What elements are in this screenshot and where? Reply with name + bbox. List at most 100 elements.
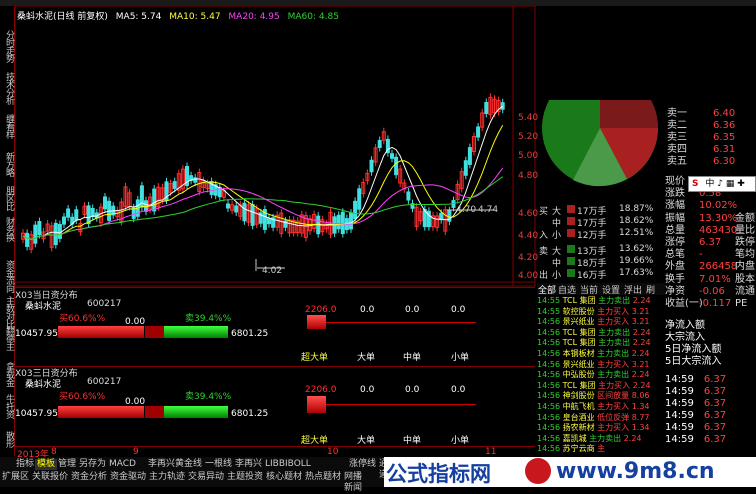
tab-float[interactable]: 浮出: [624, 283, 642, 296]
ob-pct: 17.63%: [619, 268, 654, 278]
panel-stock-name: 桑蚪水泥: [25, 302, 62, 312]
tick-price: 6.37: [703, 434, 727, 445]
bottom-tab[interactable]: 涨停线: [347, 459, 378, 470]
superbig-bar: [307, 315, 326, 329]
date-m10: 10: [327, 447, 339, 457]
stat-key2: 内盘: [735, 261, 755, 273]
alert-row[interactable]: 14:56 中弘股份 主力卖出 2.24: [537, 370, 665, 381]
nav-jishu[interactable]: 技术分析: [0, 72, 14, 104]
level-key: 卖三: [667, 132, 687, 143]
alert-row[interactable]: 14:56 苏宁云商 主: [537, 444, 665, 455]
alert-type: 主力卖出: [589, 433, 622, 443]
stat-val: 266458: [699, 261, 738, 273]
stat-val: -0.117: [699, 298, 732, 309]
nav-xinfang[interactable]: 新方略: [0, 152, 14, 176]
nav-caiwu[interactable]: 财务换: [0, 217, 14, 241]
ob-pct: 13.62%: [619, 244, 654, 254]
ma-legend: 桑蚪水泥(日线 前复权) MA5: 5.74 MA10: 5.47 MA20: …: [17, 9, 344, 22]
alert-row[interactable]: 14:56 嘉凯城 主力卖出 2.24: [537, 434, 665, 445]
val-right: 6801.25: [231, 329, 269, 339]
kline-chart[interactable]: [15, 6, 537, 288]
alert-row[interactable]: 14:56 神剑股份 区间放量 8.06: [537, 391, 665, 402]
alert-stock: 本钢板材: [562, 348, 595, 358]
stat-key: 净资: [665, 285, 685, 297]
level-key: 卖一: [667, 108, 687, 119]
bottom-tab[interactable]: 主力轨迹: [147, 472, 187, 483]
bottom-tab[interactable]: 另存为: [77, 459, 108, 470]
alert-row[interactable]: 14:56 中航飞机 主力买入 1.34: [537, 402, 665, 413]
stat-val: 10.02%: [699, 200, 738, 212]
alert-row[interactable]: 14:56 TCL 集团 主力卖出 2.24: [537, 328, 665, 339]
nav-fenshi[interactable]: 分时走势: [0, 30, 14, 62]
order-book-row: 中 17万手 18.62%: [537, 216, 665, 229]
alert-row[interactable]: 14:55 软控股份 主力买入 3.21: [537, 307, 665, 318]
bottom-tab[interactable]: 李再兴: [233, 459, 264, 470]
sell-pct: 卖39.4%%: [185, 392, 232, 402]
tab-all[interactable]: 全部: [538, 283, 556, 296]
bottom-tab[interactable]: 主题投资: [225, 472, 265, 483]
ob-side: 出: [539, 271, 549, 281]
alert-row[interactable]: 14:56 TCL 集团 主力买入 2.24: [537, 381, 665, 392]
quote-stat-row: 振幅 13.30% 金额: [665, 213, 756, 225]
alert-row[interactable]: 14:56 本钢板材 主力卖出 2.24: [537, 349, 665, 360]
bottom-tab[interactable]: 指标: [14, 459, 36, 470]
stat-key: 涨幅: [665, 200, 685, 212]
alert-row[interactable]: 14:56 景兴纸业 主力买入 3.21: [537, 360, 665, 371]
alert-row[interactable]: 14:56 皇台酒业 低位反弹 8.77: [537, 413, 665, 424]
ob-pct: 19.66%: [619, 256, 654, 266]
nav-niutuo[interactable]: 牛托资: [0, 394, 14, 418]
tab-self[interactable]: 自选: [558, 283, 576, 296]
bottom-tab[interactable]: 热点题材: [303, 472, 343, 483]
flow-label: 净流入额: [665, 320, 705, 331]
bottom-tab[interactable]: 李再兴黄金线: [146, 459, 204, 470]
stat-val: 463430: [699, 224, 738, 236]
bottom-tab[interactable]: 资金分析: [69, 472, 109, 483]
tab-refresh[interactable]: 刷: [646, 283, 655, 296]
nav-fande[interactable]: 翻德主: [0, 326, 14, 350]
alert-val: 2.24: [631, 348, 650, 358]
tick-time: 14:59: [665, 434, 694, 445]
bottom-tab[interactable]: 扩展区: [0, 472, 31, 483]
alert-time: 14:56: [537, 327, 561, 337]
nav-pengqu[interactable]: 朋区比: [0, 186, 14, 210]
ime-toolbar[interactable]: S 中 ♪ ▦ ✚: [688, 176, 756, 192]
nav-sanxing[interactable]: 散形: [0, 431, 14, 447]
bottom-tab[interactable]: 核心题材: [264, 472, 304, 483]
stat-key: 总量: [665, 224, 685, 236]
date-m9: 9: [133, 447, 139, 457]
bottom-tab[interactable]: 一根线: [203, 459, 234, 470]
alert-time: 14:55: [537, 296, 561, 305]
stat-key2: PE: [735, 298, 748, 309]
col-mid: 中单: [403, 436, 422, 446]
watermark-left: 公式指标网: [386, 462, 491, 486]
bottom-tab[interactable]: LIBBIBOLL: [263, 459, 313, 470]
quote-level-row: 卖二 6.36: [665, 120, 756, 132]
tab-settings[interactable]: 设置: [602, 283, 620, 296]
bottom-tab[interactable]: 关联报价: [30, 472, 70, 483]
bottom-tab[interactable]: 资金驱动: [108, 472, 148, 483]
alert-time: 14:56: [537, 348, 561, 358]
bottom-tab[interactable]: 模板: [35, 459, 58, 470]
alert-stock: 中弘股份: [562, 370, 595, 380]
nav-zijin[interactable]: 资金流向: [0, 260, 14, 292]
stat-val: -0.06: [699, 285, 725, 297]
alert-row[interactable]: 14:56 扬农新材 主力买入 1.34: [537, 423, 665, 434]
tick-price: 6.37: [703, 386, 727, 397]
bottom-tab[interactable]: 交易异动: [186, 472, 226, 483]
stat-key2: 跌停: [735, 237, 755, 248]
alert-row[interactable]: 14:56 景兴纸业 主力买入 3.21: [537, 317, 665, 328]
pie-area: [537, 70, 664, 200]
tab-current[interactable]: 当前: [580, 283, 598, 296]
nav-chan[interactable]: 缠看样: [0, 114, 14, 138]
bottom-tab[interactable]: MACD: [107, 459, 138, 470]
nav-zhushu[interactable]: 主数对比: [0, 296, 14, 328]
alert-row[interactable]: 14:55 TCL 集团 主力卖出 2.24: [537, 296, 665, 307]
bottom-tab[interactable]: 管理: [56, 459, 78, 470]
nav-nazai[interactable]: 拿载金: [0, 362, 14, 386]
quote-level-row: 卖四 6.31: [665, 144, 756, 156]
alert-type: 主力买入: [597, 401, 630, 411]
bottom-tab[interactable]: 网播新闻: [342, 472, 372, 493]
alert-row[interactable]: 14:56 TCL 集团 主力卖出 2.24: [537, 338, 665, 349]
buy-pct: 买60.6%%: [59, 392, 106, 402]
order-book-row: 出小 16万手 17.63%: [537, 268, 665, 281]
